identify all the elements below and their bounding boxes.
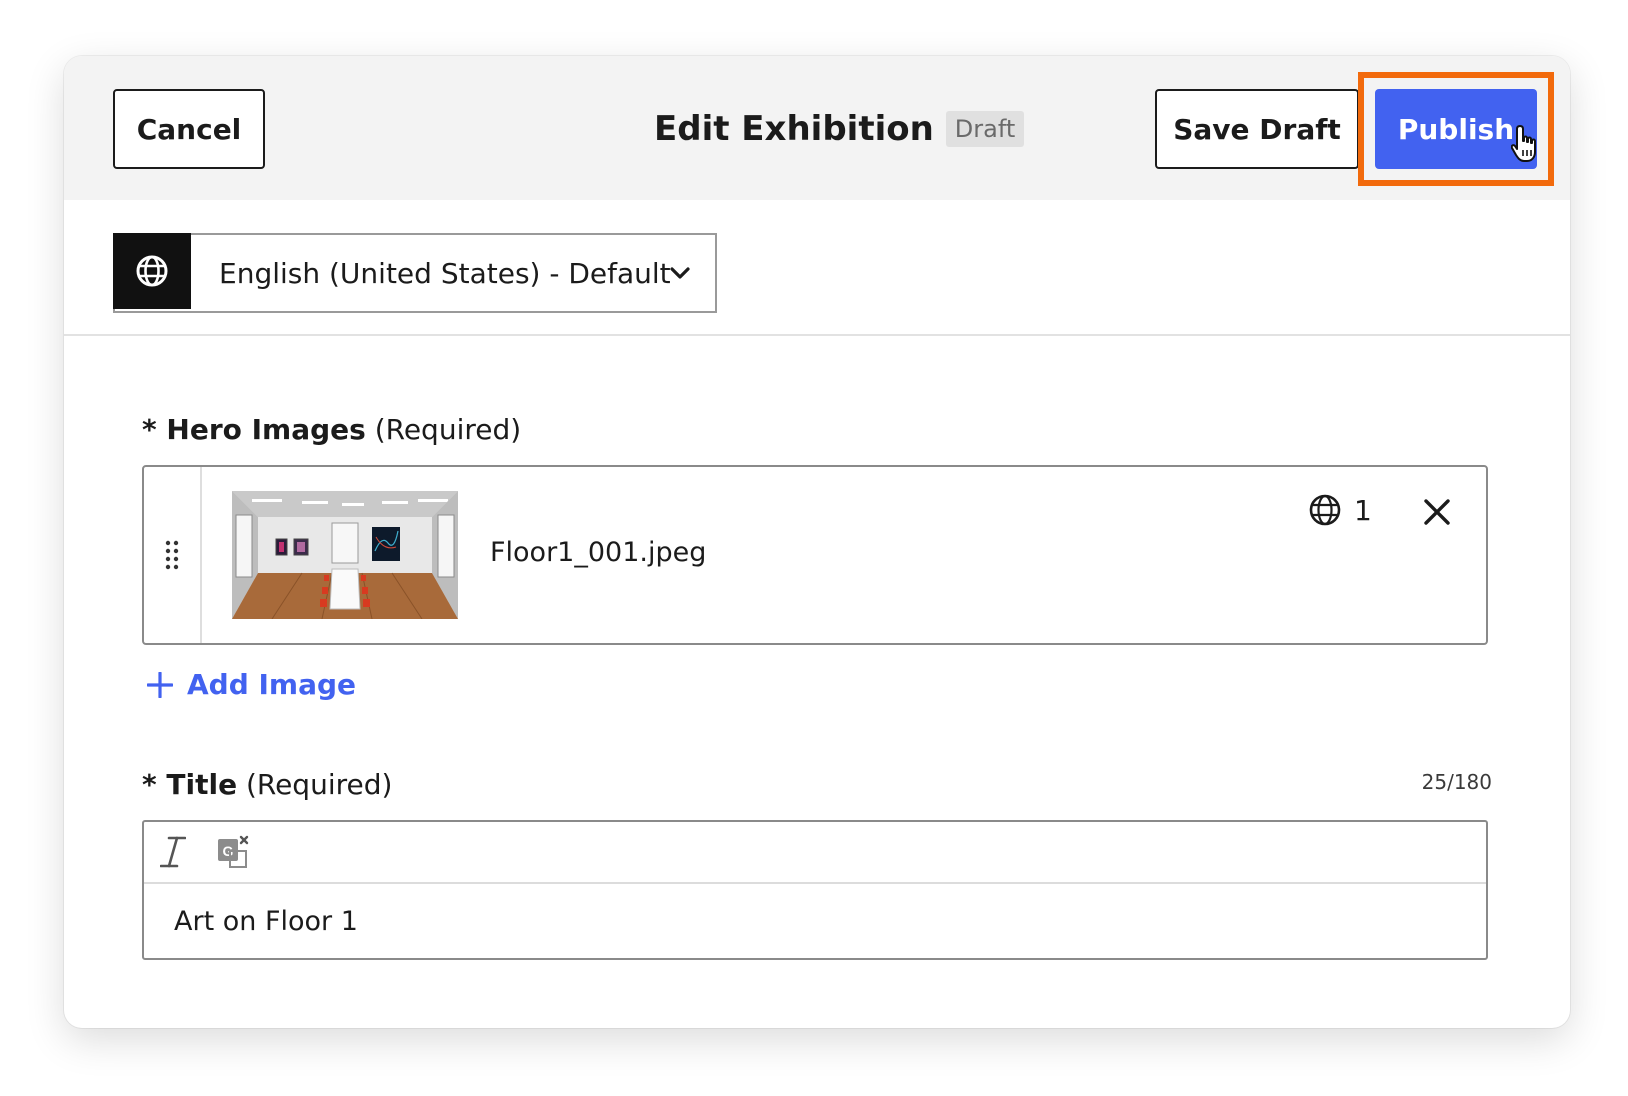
translate-icon[interactable]: G	[216, 835, 250, 869]
italic-icon[interactable]	[160, 835, 186, 869]
title-group: Edit Exhibition Draft	[654, 101, 1025, 157]
page-title: Edit Exhibition	[654, 109, 934, 149]
plus-icon	[147, 671, 173, 698]
close-icon[interactable]	[1422, 497, 1452, 527]
language-icon-box	[113, 233, 191, 309]
language-select[interactable]: English (United States) - Default	[113, 233, 717, 313]
language-count-value: 1	[1354, 493, 1372, 527]
add-image-button[interactable]: Add Image	[147, 668, 356, 701]
edit-exhibition-window: Cancel Edit Exhibition Draft Save Draft …	[64, 56, 1570, 1028]
add-image-label: Add Image	[187, 668, 357, 701]
save-draft-button[interactable]: Save Draft	[1155, 89, 1359, 169]
globe-icon	[1309, 494, 1341, 526]
cancel-button[interactable]: Cancel	[113, 89, 265, 169]
chevron-down-icon	[670, 267, 690, 279]
drag-handle-icon	[165, 540, 179, 570]
title-char-count: 25/180	[1421, 770, 1492, 794]
title-field: G Art on Floor 1	[142, 820, 1488, 960]
hero-image-filename: Floor1_001.jpeg	[490, 537, 707, 568]
hero-images-label: * Hero Images (Required)	[142, 413, 522, 446]
hand-cursor-icon	[1511, 125, 1536, 162]
status-badge: Draft	[945, 111, 1025, 147]
title-input[interactable]: Art on Floor 1	[144, 884, 1486, 958]
globe-icon	[136, 255, 168, 287]
title-label: * Title (Required)	[142, 768, 393, 801]
header-bar: Cancel Edit Exhibition Draft Save Draft …	[64, 56, 1570, 200]
drag-handle[interactable]	[144, 467, 202, 643]
language-bar: English (United States) - Default	[64, 200, 1570, 336]
hero-image-thumbnail	[232, 491, 458, 619]
image-language-count[interactable]: 1	[1308, 493, 1372, 527]
hero-image-item: Floor1_001.jpeg 1	[142, 465, 1488, 645]
title-toolbar: G	[144, 822, 1486, 884]
language-select-value: English (United States) - Default	[219, 256, 671, 290]
